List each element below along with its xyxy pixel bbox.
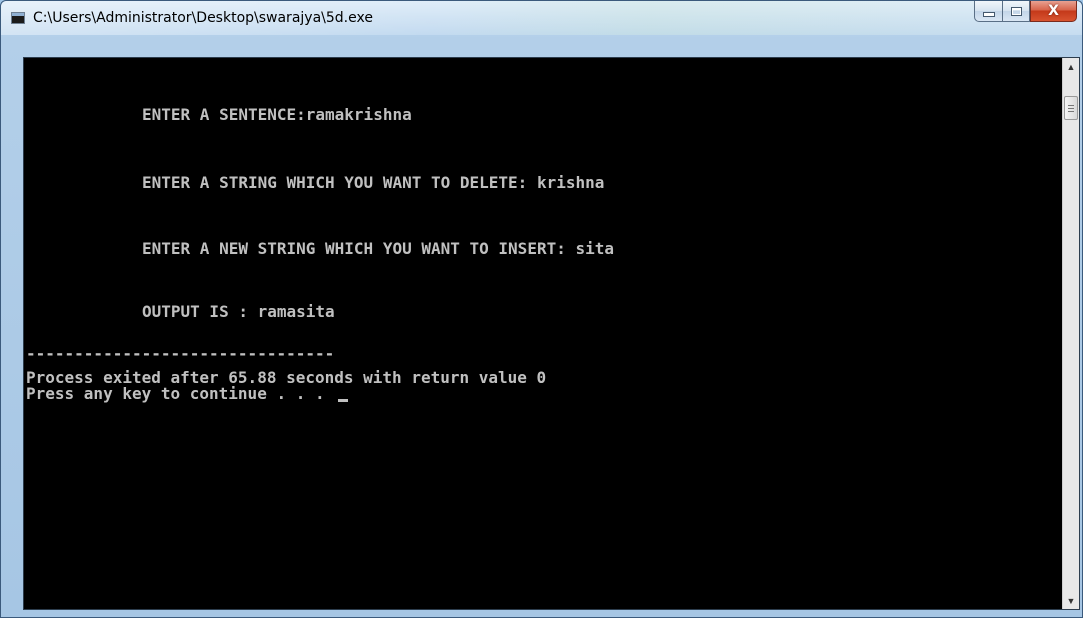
title-bar[interactable]: C:\Users\Administrator\Desktop\swarajya\… — [1, 1, 1082, 35]
text-cursor — [338, 399, 349, 402]
console-window: C:\Users\Administrator\Desktop\swarajya\… — [0, 0, 1083, 618]
continue-message-text: Press any key to continue . . . — [26, 384, 335, 403]
prompt-delete-line: ENTER A STRING WHICH YOU WANT TO DELETE:… — [142, 173, 605, 192]
separator-line: -------------------------------- — [26, 344, 335, 363]
caption-buttons: X — [974, 1, 1077, 23]
scrollbar-thumb[interactable] — [1064, 96, 1078, 120]
grip-line — [1068, 105, 1074, 106]
scroll-down-button[interactable]: ▼ — [1063, 592, 1079, 609]
close-button[interactable]: X — [1030, 1, 1077, 22]
vertical-scrollbar[interactable]: ▲ ▼ — [1062, 58, 1079, 609]
console-area[interactable]: ENTER A SENTENCE:ramakrishna ENTER A STR… — [23, 57, 1080, 610]
prompt-insert-line: ENTER A NEW STRING WHICH YOU WANT TO INS… — [142, 239, 615, 258]
console-output: ENTER A SENTENCE:ramakrishna ENTER A STR… — [24, 58, 1063, 609]
grip-line — [1068, 111, 1074, 112]
output-line: OUTPUT IS : ramasita — [142, 302, 335, 321]
prompt-sentence-line: ENTER A SENTENCE:ramakrishna — [142, 105, 412, 124]
console-app-icon[interactable] — [11, 12, 25, 24]
up-arrow-icon: ▲ — [1066, 61, 1076, 72]
maximize-icon — [1010, 6, 1022, 16]
window-title: C:\Users\Administrator\Desktop\swarajya\… — [33, 10, 373, 26]
minimize-icon — [982, 12, 995, 17]
down-arrow-icon: ▼ — [1066, 595, 1076, 606]
grip-line — [1068, 108, 1074, 109]
continue-message-line: Press any key to continue . . . — [26, 384, 349, 403]
close-icon: X — [1048, 3, 1059, 19]
maximize-button[interactable] — [1002, 1, 1030, 22]
minimize-button[interactable] — [974, 1, 1002, 22]
scroll-up-button[interactable]: ▲ — [1063, 58, 1079, 75]
